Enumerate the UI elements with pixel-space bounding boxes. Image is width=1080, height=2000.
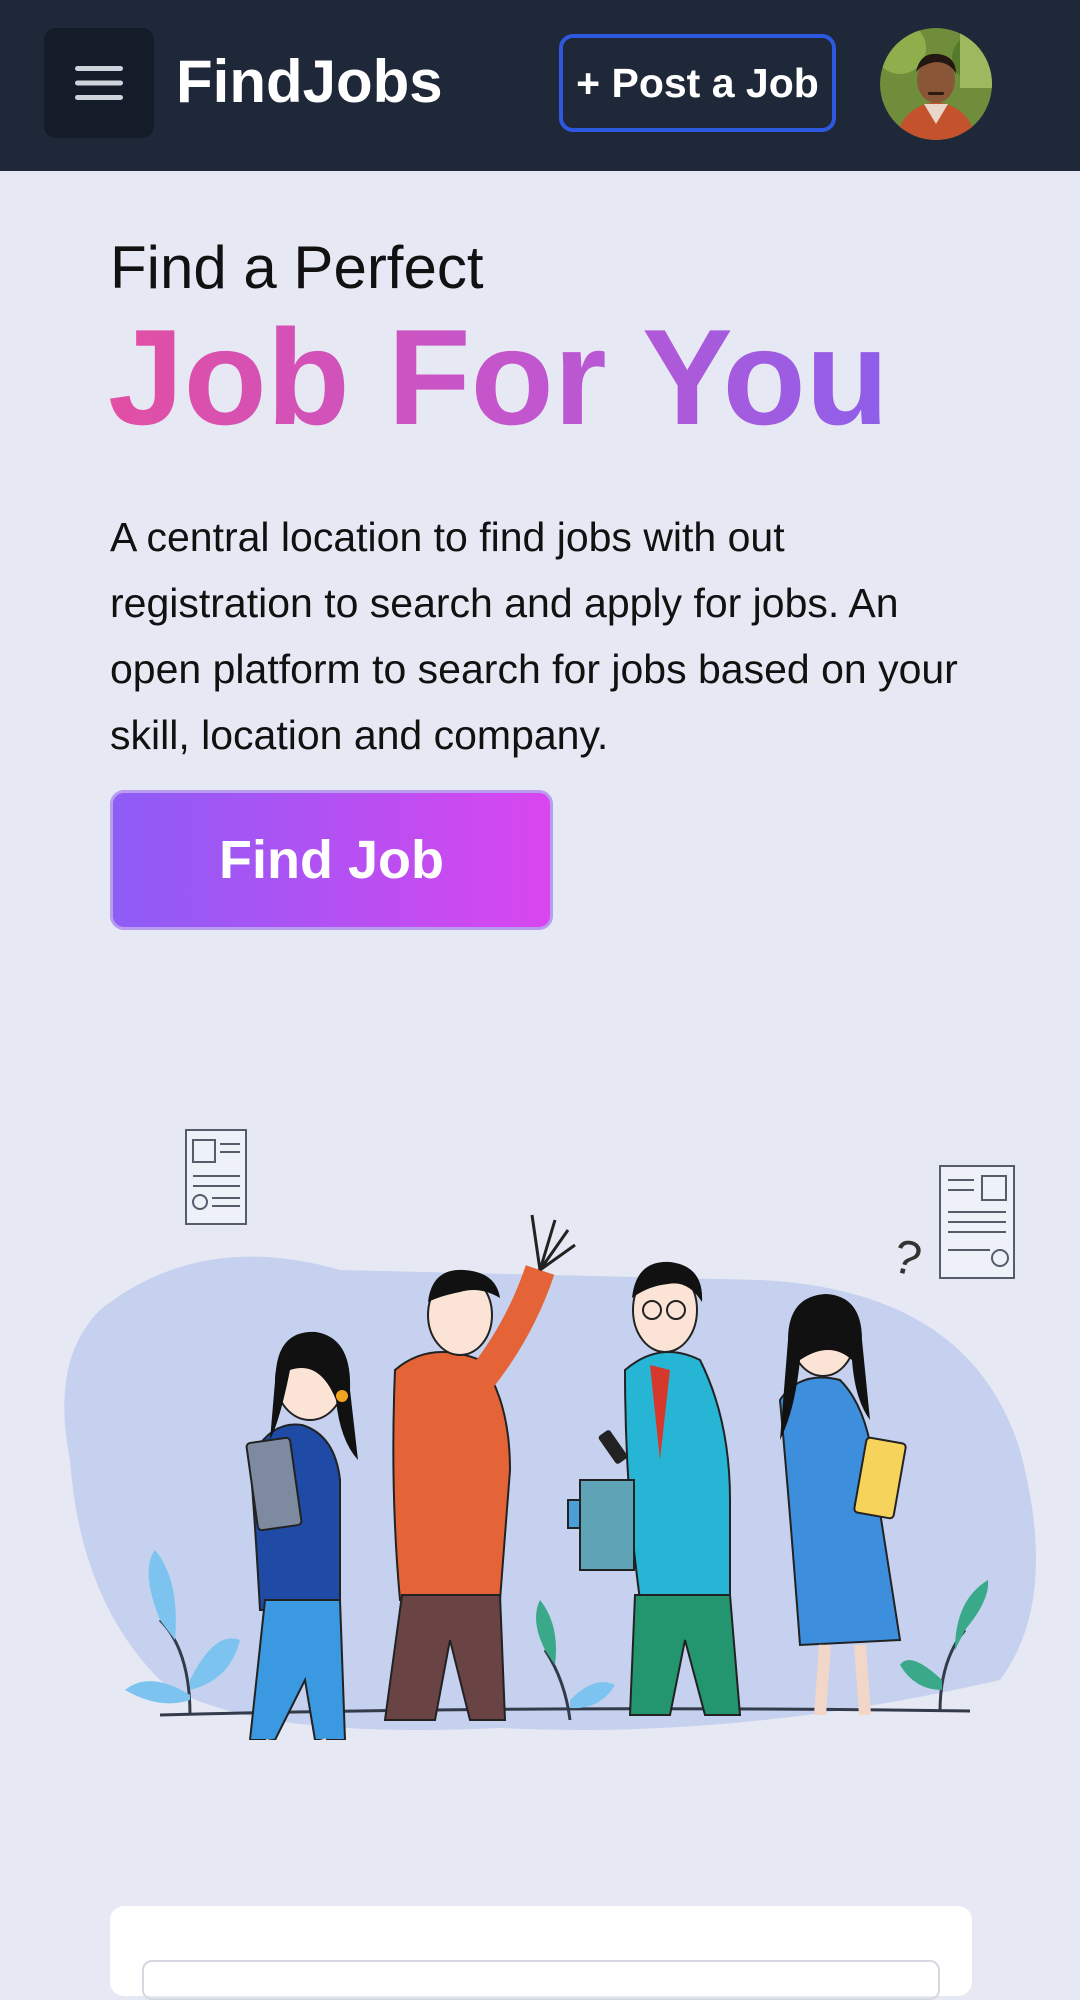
hamburger-menu-icon — [75, 66, 123, 100]
avatar-photo-icon — [880, 28, 992, 140]
search-input[interactable] — [142, 1960, 940, 2000]
brand-logo-text[interactable]: FindJobs — [176, 40, 443, 124]
resume-document-right-icon — [939, 1165, 1015, 1279]
svg-text:?: ? — [887, 1229, 927, 1287]
top-navigation-bar: FindJobs + Post a Job — [0, 0, 1080, 171]
find-job-button[interactable]: Find Job — [110, 790, 553, 930]
hero-description: A central location to find jobs with out… — [110, 514, 958, 758]
menu-button[interactable] — [44, 28, 154, 138]
hero-title: Job For You — [108, 301, 889, 453]
people-illustration: ? — [64, 1129, 1037, 1740]
hero-subtitle: Find a Perfect — [110, 234, 484, 301]
search-card — [110, 1906, 972, 2000]
user-avatar[interactable] — [880, 28, 992, 140]
post-job-button[interactable]: + Post a Job — [559, 34, 836, 132]
resume-document-left-icon — [185, 1129, 247, 1225]
